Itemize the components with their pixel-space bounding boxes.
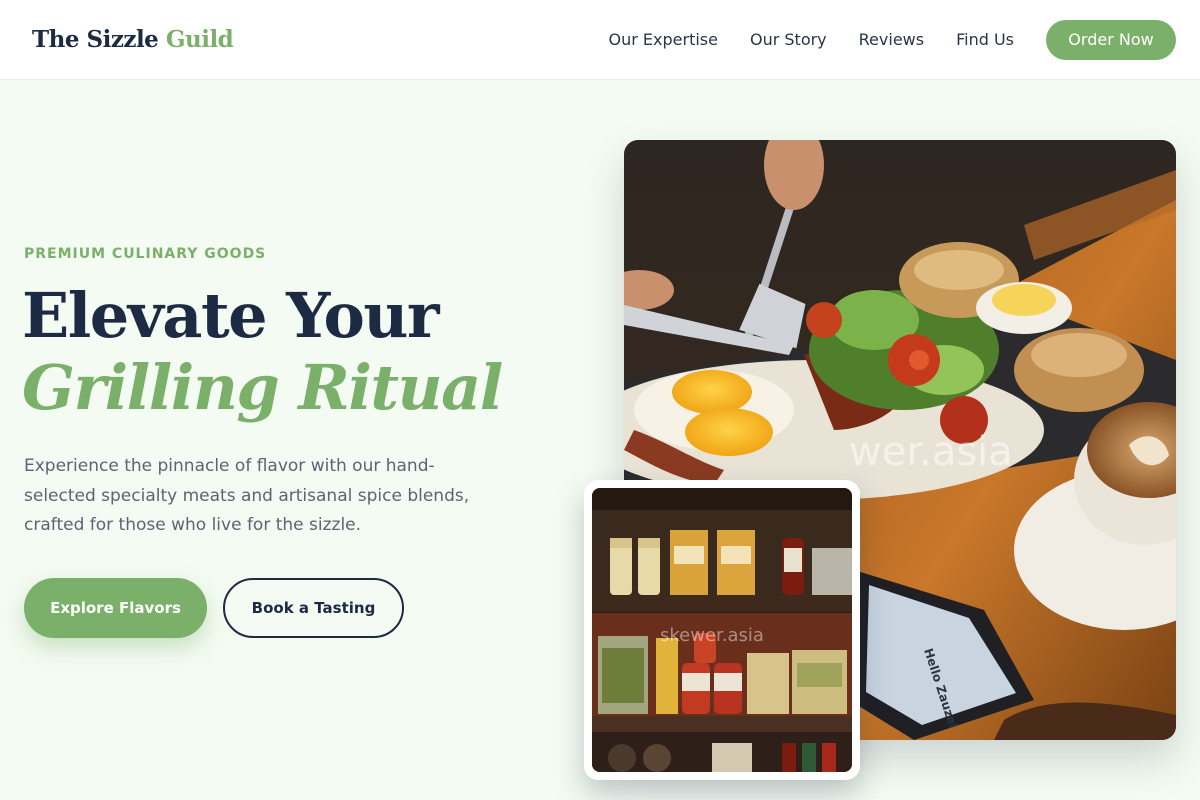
brand-logo[interactable]: The Sizzle Guild bbox=[32, 26, 234, 53]
hero-title: Elevate Your Grilling Ritual bbox=[22, 279, 503, 424]
brand-name-accent: Guild bbox=[165, 26, 234, 53]
hero-title-line-1: Elevate Your bbox=[22, 279, 440, 352]
book-tasting-button[interactable]: Book a Tasting bbox=[223, 578, 404, 638]
nav-link-our-story[interactable]: Our Story bbox=[750, 30, 827, 49]
hero-description: Experience the pinnacle of flavor with o… bbox=[24, 456, 470, 535]
nav-link-find-us[interactable]: Find Us bbox=[956, 30, 1014, 49]
order-now-button[interactable]: Order Now bbox=[1046, 19, 1176, 60]
pantry-shelves-image: skewer.asia bbox=[592, 488, 852, 772]
main-photo-watermark: wer.asia bbox=[849, 429, 1013, 475]
top-navigation: The Sizzle Guild Our Expertise Our Story… bbox=[0, 0, 1200, 80]
hero-title-line-2: Grilling Ritual bbox=[22, 351, 503, 424]
nav-menu: Our Expertise Our Story Reviews Find Us … bbox=[609, 19, 1176, 60]
nav-link-reviews[interactable]: Reviews bbox=[859, 30, 924, 49]
inset-photo-frame: skewer.asia bbox=[592, 488, 852, 772]
inset-photo-watermark: skewer.asia bbox=[660, 625, 764, 646]
brand-name-main: The Sizzle bbox=[32, 26, 159, 53]
hero-eyebrow: PREMIUM CULINARY GOODS bbox=[24, 246, 267, 262]
hero-inset-photo: skewer.asia bbox=[584, 480, 860, 780]
explore-flavors-button[interactable]: Explore Flavors bbox=[24, 578, 207, 638]
nav-link-our-expertise[interactable]: Our Expertise bbox=[609, 30, 718, 49]
